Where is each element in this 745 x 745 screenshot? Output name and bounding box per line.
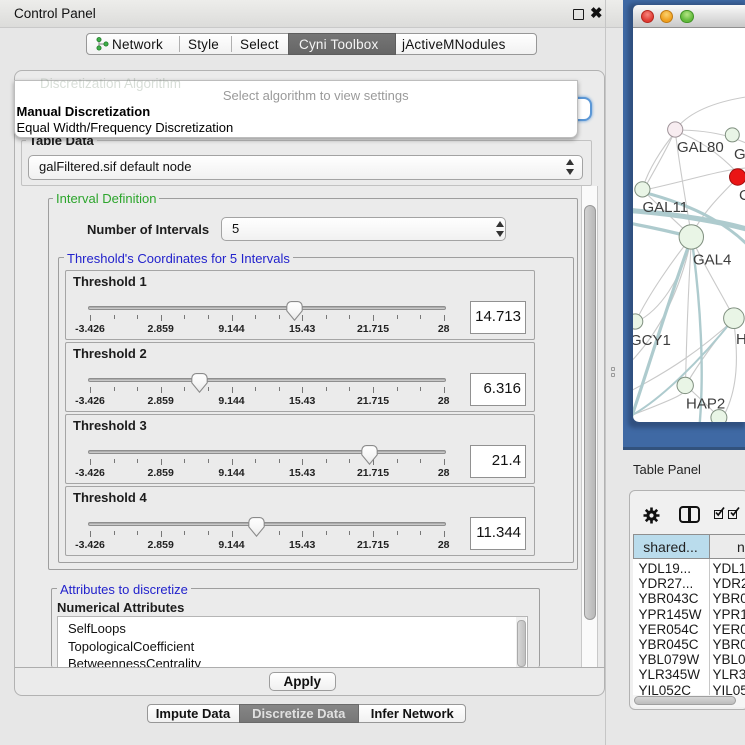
svg-text:G: G xyxy=(734,146,745,163)
svg-text:GAL80: GAL80 xyxy=(677,139,724,156)
svg-text:C: C xyxy=(739,187,745,204)
svg-text:GAL11: GAL11 xyxy=(642,199,688,216)
svg-text:GAL4: GAL4 xyxy=(693,252,731,269)
svg-text:HAP2: HAP2 xyxy=(686,396,725,413)
svg-text:H: H xyxy=(736,331,745,348)
svg-text:GCY1: GCY1 xyxy=(633,332,671,349)
